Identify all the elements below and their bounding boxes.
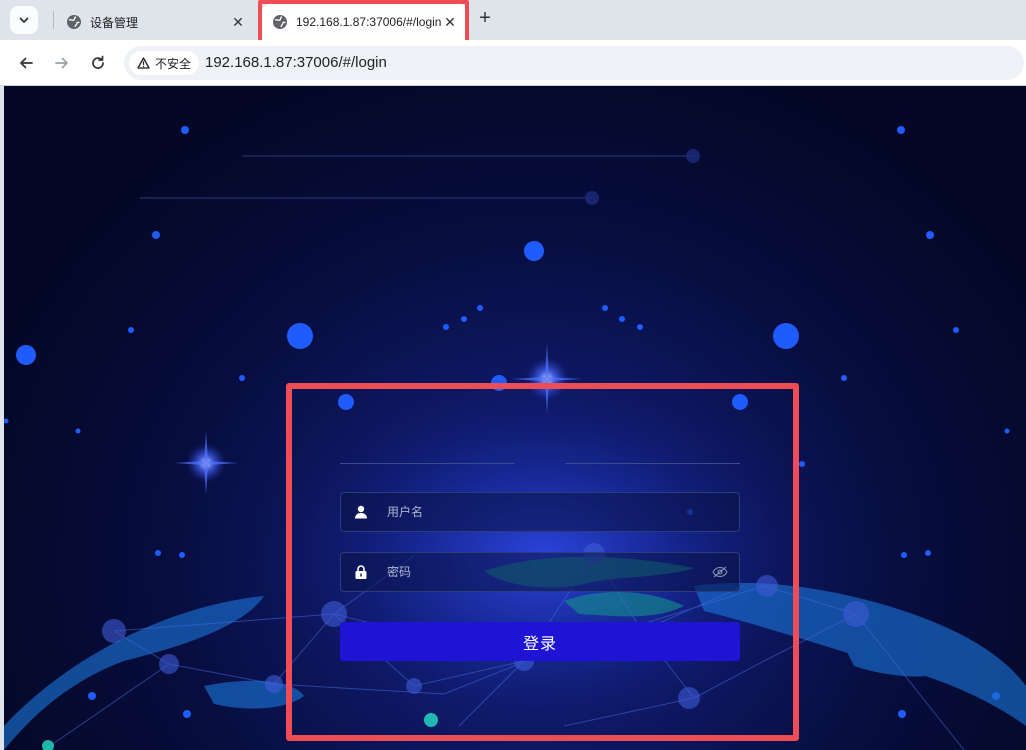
arrow-left-icon <box>20 57 33 69</box>
browser-toolbar: 不安全 192.168.1.87:37006/#/login <box>0 40 1026 86</box>
back-button[interactable] <box>14 51 38 75</box>
globe-icon <box>67 15 81 29</box>
login-button[interactable]: 登录 <box>340 622 740 661</box>
tab-strip: 设备管理 ✕ 192.168.1.87:37006/#/login ✕ + <box>0 0 1026 45</box>
security-indicator[interactable]: 不安全 <box>129 51 200 75</box>
globe-icon <box>273 15 287 29</box>
forward-button[interactable] <box>50 51 74 75</box>
title-divider-left <box>340 463 515 464</box>
tab-divider <box>53 11 54 29</box>
eye-off-icon[interactable] <box>711 565 729 579</box>
tab-title: 192.168.1.87:37006/#/login <box>296 15 442 29</box>
username-input[interactable] <box>387 493 739 531</box>
chevron-down-icon <box>19 17 29 23</box>
title-divider-right <box>565 463 740 464</box>
close-icon[interactable]: ✕ <box>442 14 458 30</box>
address-bar[interactable]: 不安全 192.168.1.87:37006/#/login <box>124 46 1024 80</box>
user-icon <box>354 505 368 519</box>
password-field[interactable] <box>340 552 740 592</box>
url-text[interactable]: 192.168.1.87:37006/#/login <box>205 54 387 71</box>
close-icon[interactable]: ✕ <box>230 14 246 30</box>
reload-button[interactable] <box>86 51 110 75</box>
new-tab-button[interactable]: + <box>474 8 496 30</box>
tab-login[interactable]: 192.168.1.87:37006/#/login ✕ <box>262 4 468 40</box>
warning-triangle-icon <box>137 57 150 69</box>
arrow-right-icon <box>55 57 68 69</box>
tab-search-button[interactable] <box>10 6 38 34</box>
reload-icon <box>92 55 104 69</box>
tab-device-management[interactable]: 设备管理 ✕ <box>56 4 256 40</box>
tab-title: 设备管理 <box>90 15 139 30</box>
password-input[interactable] <box>387 553 711 591</box>
username-field[interactable] <box>340 492 740 532</box>
lock-icon <box>354 565 368 579</box>
security-label: 不安全 <box>155 56 192 71</box>
